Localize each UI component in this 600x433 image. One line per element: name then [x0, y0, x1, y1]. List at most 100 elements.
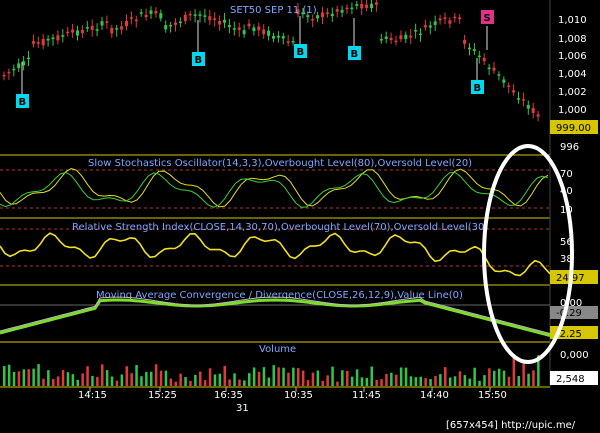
- volume-bar: [419, 376, 422, 386]
- volume-bar: [336, 381, 339, 386]
- volume-bar: [115, 380, 119, 386]
- candle-body: [46, 38, 50, 41]
- volume-bar: [277, 367, 280, 386]
- volume-bar: [346, 370, 349, 386]
- candle-body: [183, 14, 187, 22]
- volume-bar: [370, 366, 373, 386]
- candle-body: [536, 114, 540, 117]
- volume-bar: [473, 367, 476, 386]
- candle-body: [487, 67, 491, 70]
- candle-body: [453, 16, 457, 19]
- volume-bar: [507, 376, 511, 386]
- volume-y-ticks: 0,000: [560, 350, 589, 361]
- stochastic-k-line: [0, 168, 549, 208]
- volume-bar: [140, 376, 143, 386]
- price-y-tick: 1,004: [558, 69, 587, 80]
- volume-bar: [404, 367, 408, 386]
- price-y-tick: 1,000: [558, 105, 587, 116]
- volume-bar: [22, 369, 26, 386]
- volume-bar: [434, 376, 437, 386]
- x-axis: 14:15 15:25 16:35 10:35 11:45 14:40 15:50 31: [78, 387, 507, 414]
- volume-bar: [257, 371, 261, 386]
- candle-body: [433, 21, 437, 26]
- volume-bar: [96, 376, 99, 386]
- volume-bar: [252, 367, 256, 386]
- candle-body: [198, 14, 202, 16]
- candle-body: [100, 21, 104, 26]
- candle-body: [286, 41, 290, 43]
- volume-bar: [189, 380, 192, 386]
- candle-body: [188, 13, 192, 16]
- candle-body: [22, 61, 26, 66]
- candle-body: [56, 35, 60, 41]
- candle-body: [149, 10, 153, 14]
- candle-body: [438, 18, 442, 21]
- volume-bar: [12, 371, 16, 386]
- candle-body: [311, 18, 315, 21]
- price-title: SET50 SEP 11 (1): [230, 5, 317, 16]
- candle-body: [526, 105, 530, 109]
- volume-bar: [458, 371, 462, 386]
- price-y-ticks: 1,010 1,008 1,006 1,004 1,002 1,000: [558, 15, 587, 116]
- volume-bar: [522, 360, 525, 386]
- candle-body: [458, 17, 462, 20]
- candle-body: [76, 30, 79, 36]
- volume-bar: [448, 377, 452, 386]
- candle-body: [203, 15, 207, 17]
- volume-bar: [7, 364, 11, 386]
- volume-bar: [380, 379, 383, 386]
- candle-body: [139, 12, 143, 14]
- candle-body: [12, 68, 16, 71]
- volume-bar: [468, 378, 471, 386]
- x-tick-label: 14:40: [420, 390, 449, 401]
- x-tick-label: 11:45: [352, 390, 381, 401]
- candle-body: [129, 17, 133, 19]
- volume-bar: [101, 364, 104, 386]
- volume-bar: [439, 374, 442, 386]
- price-y-tick: 1,010: [558, 15, 587, 26]
- volume-bar: [213, 374, 217, 386]
- chart-area: SET50 SEP 11 (1) BBB BSB 1,0101,0081,0061…: [0, 0, 598, 431]
- volume-bar: [56, 376, 60, 386]
- stochastic-panel: Slow Stochastics Oscillator(14,3,3),Over…: [0, 142, 579, 216]
- x-tick-label: 15:25: [148, 390, 177, 401]
- volume-bar: [350, 376, 354, 386]
- candle-body: [521, 99, 525, 101]
- candle-body: [507, 85, 511, 87]
- candle-body: [360, 4, 364, 9]
- candle-body: [409, 35, 413, 38]
- volume-bar: [91, 375, 94, 386]
- volume-bar: [453, 376, 457, 386]
- volume-bar: [321, 380, 324, 386]
- candle-body: [144, 14, 148, 18]
- volume-bar: [517, 375, 520, 386]
- candle-body: [95, 29, 99, 31]
- volume-bar: [130, 373, 133, 386]
- volume-bar: [105, 370, 109, 386]
- marker-label: B: [19, 97, 27, 108]
- macd-lines: [0, 296, 551, 337]
- volume-bar: [233, 373, 236, 386]
- candle-body: [404, 34, 408, 39]
- x-tick-label: 10:35: [284, 390, 313, 401]
- volume-bar: [179, 373, 182, 386]
- volume-bar: [76, 379, 79, 386]
- candle-body: [321, 12, 324, 18]
- candle-body: [291, 41, 295, 43]
- marker-label: S: [484, 13, 491, 24]
- volume-bar: [483, 375, 486, 386]
- candle-body: [90, 25, 94, 30]
- volume-bar: [429, 379, 432, 386]
- volume-title: Volume: [259, 344, 296, 355]
- candle-body: [340, 9, 344, 13]
- candle-body: [2, 74, 6, 77]
- volume-bar: [208, 368, 212, 386]
- volume-bar: [145, 371, 148, 386]
- marker-label: B: [351, 49, 359, 60]
- rsi-lines: [0, 232, 551, 277]
- panel-borders: [0, 0, 551, 388]
- volume-bars: [3, 355, 540, 386]
- candle-body: [105, 21, 109, 23]
- rsi-panel: Relative Strength Index(CLOSE,14,30,70),…: [0, 222, 598, 284]
- volume-bar: [110, 376, 114, 386]
